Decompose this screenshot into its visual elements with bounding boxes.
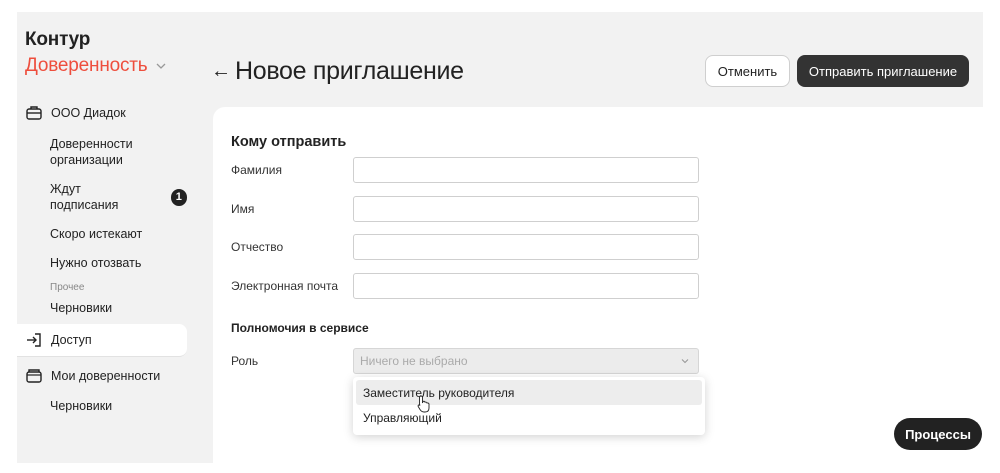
briefcase-icon (26, 106, 42, 120)
sidebar-item-label: Доверенности организации (50, 137, 133, 167)
permissions-title: Полномочия в сервисе (231, 321, 369, 335)
page-header: ← Новое приглашение (211, 57, 464, 86)
role-dropdown: Заместитель руководителя Управляющий (353, 377, 705, 435)
cancel-button[interactable]: Отменить (705, 55, 790, 87)
app-window: Контур Доверенность ООО Диадок Доверенно… (17, 12, 983, 463)
count-badge: 1 (170, 188, 187, 206)
sidebar-item-my-documents[interactable]: Мои доверенности (17, 365, 187, 387)
sidebar-item-label: Скоро истекают (50, 227, 143, 241)
sidebar-item-awaiting-signature[interactable]: Ждут подписания 1 (17, 181, 187, 213)
sidebar-item-label: Мои доверенности (51, 369, 161, 383)
first-name-label: Имя (231, 202, 255, 216)
section-title: Кому отправить (231, 134, 347, 150)
role-label: Роль (231, 354, 259, 368)
sidebar-item-label: Доступ (51, 333, 92, 347)
folder-icon (26, 369, 42, 383)
chevron-down-icon (681, 359, 689, 364)
page-title: Новое приглашение (235, 57, 464, 85)
email-label: Электронная почта (231, 279, 339, 293)
sidebar-item-expiring[interactable]: Скоро истекают (17, 226, 187, 242)
sign-in-icon (27, 333, 41, 347)
sidebar-item-label: Ждут подписания (50, 182, 119, 212)
brand: Контур Доверенность (25, 29, 167, 77)
sidebar-org[interactable]: ООО Диадок (17, 102, 187, 124)
last-name-input[interactable] (353, 157, 699, 183)
sidebar-item-access[interactable]: Доступ (17, 324, 187, 357)
sidebar-section-label: Прочее (50, 282, 85, 293)
email-input[interactable] (353, 273, 699, 299)
role-option-manager[interactable]: Управляющий (356, 405, 702, 430)
role-option-deputy-head[interactable]: Заместитель руководителя (356, 380, 702, 405)
middle-name-label: Отчество (231, 240, 284, 254)
chevron-down-icon (157, 63, 166, 69)
sidebar-item-drafts[interactable]: Черновики (17, 300, 187, 316)
product-switcher[interactable]: Доверенность (25, 55, 167, 77)
invitation-form-card: Кому отправить Фамилия Имя Отчество Элек… (213, 107, 983, 463)
sidebar: ООО Диадок Доверенности организации Ждут… (17, 102, 187, 427)
sidebar-item-label: Нужно отозвать (50, 256, 142, 270)
last-name-label: Фамилия (231, 163, 282, 177)
first-name-input[interactable] (353, 196, 699, 222)
role-select[interactable]: Ничего не выбрано (353, 348, 699, 374)
sidebar-item-label: Черновики (50, 301, 113, 315)
sidebar-item-to-revoke[interactable]: Нужно отозвать (17, 255, 187, 271)
middle-name-input[interactable] (353, 234, 699, 260)
sidebar-item-my-drafts[interactable]: Черновики (17, 398, 187, 414)
back-arrow-icon[interactable]: ← (211, 60, 231, 83)
product-name: Доверенность (25, 55, 148, 76)
sidebar-item-label: Черновики (50, 399, 113, 413)
send-invitation-button[interactable]: Отправить приглашение (797, 55, 969, 87)
role-select-value: Ничего не выбрано (360, 354, 468, 368)
processes-button[interactable]: Процессы (894, 418, 982, 450)
sidebar-item-org-docs[interactable]: Доверенности организации (17, 136, 137, 168)
brand-logo-text: Контур (25, 29, 91, 50)
sidebar-org-label: ООО Диадок (51, 106, 126, 120)
hand-pointer-cursor-icon (417, 395, 430, 413)
